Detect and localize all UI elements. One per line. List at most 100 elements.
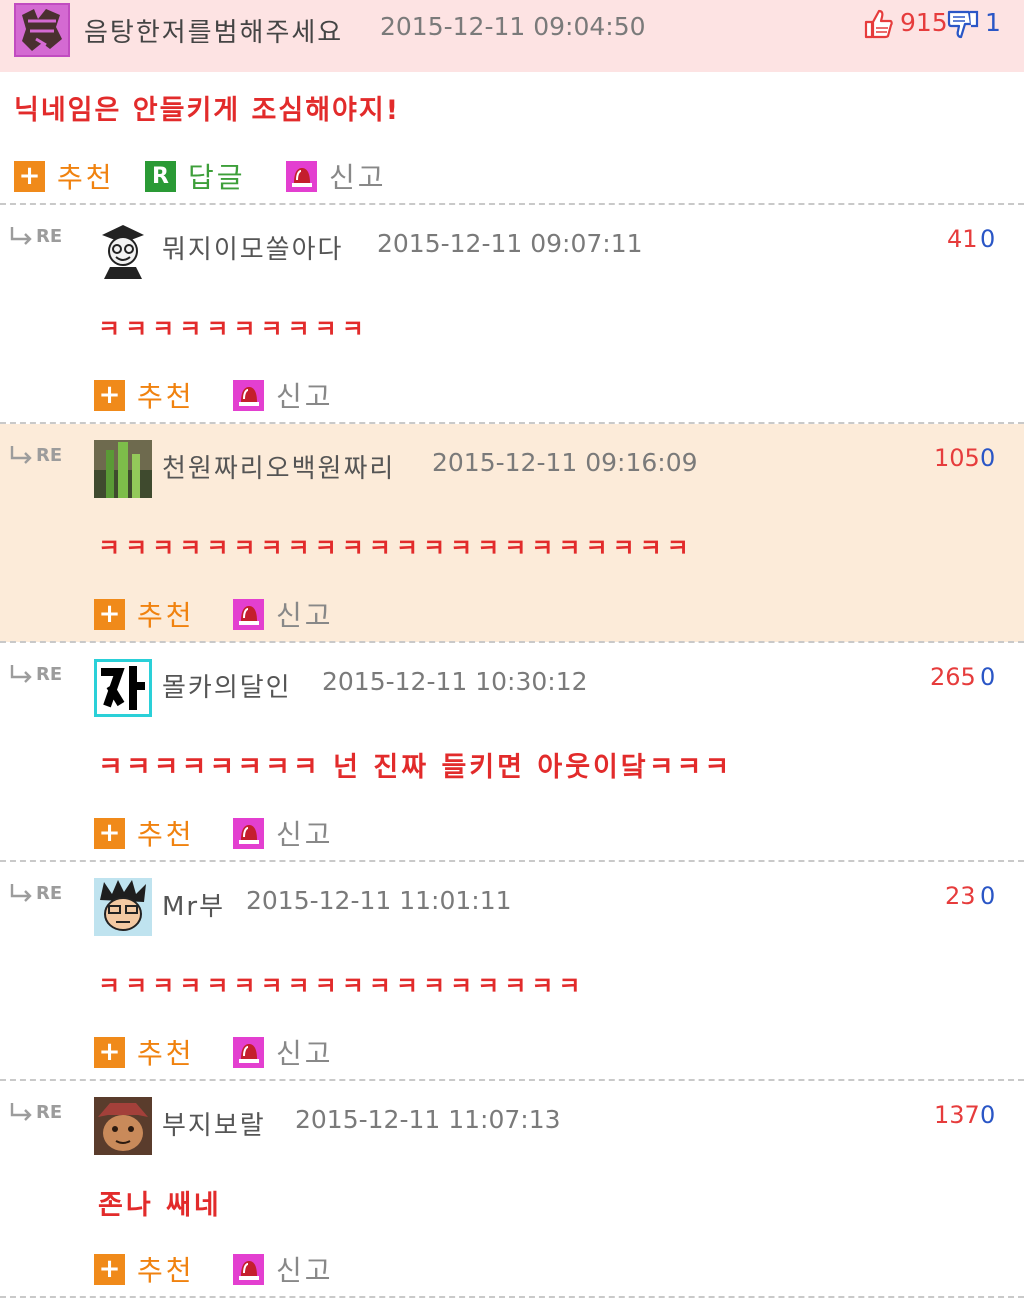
- avatar[interactable]: [94, 440, 152, 498]
- comment-upvote-count: 41: [947, 225, 978, 253]
- avatar[interactable]: [94, 1097, 152, 1155]
- reply-r-icon: R: [145, 160, 176, 192]
- recommend-label: 추천: [137, 599, 195, 632]
- post-nickname[interactable]: 음탕한저를범해주세요: [84, 12, 343, 49]
- post-upvote-count: 915: [900, 8, 948, 37]
- report-label: 신고: [276, 1037, 334, 1070]
- comment-downvote-count: 0: [980, 444, 996, 472]
- recommend-label: 추천: [137, 818, 195, 851]
- reply-arrow-icon: [10, 1103, 32, 1121]
- report-button[interactable]: 신고: [233, 813, 334, 853]
- siren-icon: [233, 379, 264, 411]
- reply-arrow-icon: [10, 446, 32, 464]
- reply-button[interactable]: R 답글: [145, 156, 246, 196]
- plus-icon: +: [94, 379, 125, 411]
- report-button[interactable]: 신고: [233, 375, 334, 415]
- report-label: 신고: [276, 1254, 334, 1287]
- reply-label: 답글: [188, 161, 246, 194]
- comment-body: ㅋㅋㅋㅋㅋㅋㅋㅋㅋㅋㅋㅋㅋㅋㅋㅋㅋㅋ: [98, 972, 586, 1000]
- recommend-button[interactable]: + 추천: [94, 1032, 195, 1072]
- avatar[interactable]: [14, 3, 70, 57]
- reply-marker: RE: [8, 1101, 62, 1123]
- report-label: 신고: [329, 161, 387, 194]
- plus-icon: +: [94, 817, 125, 849]
- reply-marker: RE: [8, 444, 62, 466]
- comment-upvote-count: 137: [934, 1101, 980, 1129]
- siren-icon: [233, 1036, 264, 1068]
- reply-arrow-icon: [10, 227, 32, 245]
- report-label: 신고: [276, 599, 334, 632]
- comment-timestamp: 2015-12-11 09:16:09: [432, 448, 698, 477]
- plus-icon: +: [94, 598, 125, 630]
- recommend-label: 추천: [137, 1254, 195, 1287]
- comment-nickname[interactable]: 천원짜리오백원짜리: [162, 448, 395, 485]
- re-label: RE: [36, 1101, 63, 1123]
- comment-nickname[interactable]: Mr부: [162, 886, 225, 923]
- comment-item: RE Mr부 2015-12-11 11:01:11 23 0 ㅋㅋㅋㅋㅋㅋㅋㅋ…: [0, 862, 1024, 1080]
- comment-timestamp: 2015-12-11 10:30:12: [322, 667, 588, 696]
- report-button[interactable]: 신고: [286, 156, 387, 196]
- reply-arrow-icon: [10, 884, 32, 902]
- recommend-button[interactable]: + 추천: [94, 1249, 195, 1289]
- report-button[interactable]: 신고: [233, 1032, 334, 1072]
- report-button[interactable]: 신고: [233, 1249, 334, 1289]
- comment-timestamp: 2015-12-11 11:07:13: [295, 1105, 561, 1134]
- re-label: RE: [36, 663, 63, 685]
- post-header: 음탕한저를범해주세요 2015-12-11 09:04:50 915 1: [0, 0, 1024, 72]
- comment-body: 존나 쌔네: [98, 1190, 222, 1221]
- reply-marker: RE: [8, 882, 62, 904]
- post-body: 닉네임은 안들키게 조심해야지!: [14, 95, 401, 126]
- reply-marker: RE: [8, 225, 62, 247]
- comment-downvote-count: 0: [980, 1101, 996, 1129]
- recommend-label: 추천: [57, 161, 115, 194]
- comment-timestamp: 2015-12-11 09:07:11: [377, 229, 643, 258]
- re-label: RE: [36, 225, 63, 247]
- recommend-button[interactable]: + 추천: [94, 594, 195, 634]
- comment-item: RE 뭐지이모쏠아다 2015-12-11 09:07:11 41 0 ㅋㅋㅋㅋ…: [0, 205, 1024, 423]
- siren-icon: [233, 1253, 264, 1285]
- comment-body: ㅋㅋㅋㅋㅋㅋㅋㅋㅋㅋㅋㅋㅋㅋㅋㅋㅋㅋㅋㅋㅋㅋ: [98, 534, 694, 562]
- post-downvote-count: 1: [985, 8, 1001, 37]
- comment-item: RE 부지보랄 2015-12-11 11:07:13 137 0 존나 쌔네 …: [0, 1081, 1024, 1299]
- comment-timestamp: 2015-12-11 11:01:11: [246, 886, 512, 915]
- recommend-button[interactable]: + 추천: [14, 156, 115, 196]
- comment-nickname[interactable]: 뭐지이모쏠아다: [162, 229, 343, 266]
- comment-upvote-count: 265: [930, 663, 976, 691]
- reply-marker: RE: [8, 663, 62, 685]
- post-timestamp: 2015-12-11 09:04:50: [380, 12, 646, 41]
- comment-nickname[interactable]: 몰카의달인: [162, 667, 292, 704]
- thumbs-up-icon[interactable]: [862, 8, 894, 40]
- comment-item: RE 천원짜리오백원짜리 2015-12-11 09:16:09 105 0 ㅋ…: [0, 424, 1024, 642]
- siren-icon: [233, 817, 264, 849]
- siren-icon: [233, 598, 264, 630]
- comment-downvote-count: 0: [980, 663, 996, 691]
- report-button[interactable]: 신고: [233, 594, 334, 634]
- comment-body: ㅋㅋㅋㅋㅋㅋㅋㅋ 넌 진짜 들키면 아웃이닼ㅋㅋㅋ: [98, 752, 733, 783]
- siren-icon: [286, 160, 317, 192]
- avatar[interactable]: [94, 221, 152, 279]
- comment-upvote-count: 23: [945, 882, 976, 910]
- main-post: 음탕한저를범해주세요 2015-12-11 09:04:50 915 1 닉네임…: [0, 0, 1024, 202]
- comment-downvote-count: 0: [980, 225, 996, 253]
- recommend-label: 추천: [137, 1037, 195, 1070]
- plus-icon: +: [94, 1253, 125, 1285]
- recommend-label: 추천: [137, 380, 195, 413]
- divider: [0, 1296, 1024, 1298]
- recommend-button[interactable]: + 추천: [94, 375, 195, 415]
- recommend-button[interactable]: + 추천: [94, 813, 195, 853]
- comment-body: ㅋㅋㅋㅋㅋㅋㅋㅋㅋㅋ: [98, 315, 369, 343]
- re-label: RE: [36, 882, 63, 904]
- reply-arrow-icon: [10, 665, 32, 683]
- report-label: 신고: [276, 818, 334, 851]
- comment-downvote-count: 0: [980, 882, 996, 910]
- comment-upvote-count: 105: [934, 444, 980, 472]
- avatar[interactable]: [94, 878, 152, 936]
- re-label: RE: [36, 444, 63, 466]
- report-label: 신고: [276, 380, 334, 413]
- thumbs-down-icon[interactable]: [947, 8, 979, 40]
- comment-nickname[interactable]: 부지보랄: [162, 1105, 266, 1142]
- avatar[interactable]: [94, 659, 152, 717]
- plus-icon: +: [94, 1036, 125, 1068]
- comment-item: RE 몰카의달인 2015-12-11 10:30:12 265 0 ㅋㅋㅋㅋㅋ…: [0, 643, 1024, 861]
- plus-icon: +: [14, 160, 45, 192]
